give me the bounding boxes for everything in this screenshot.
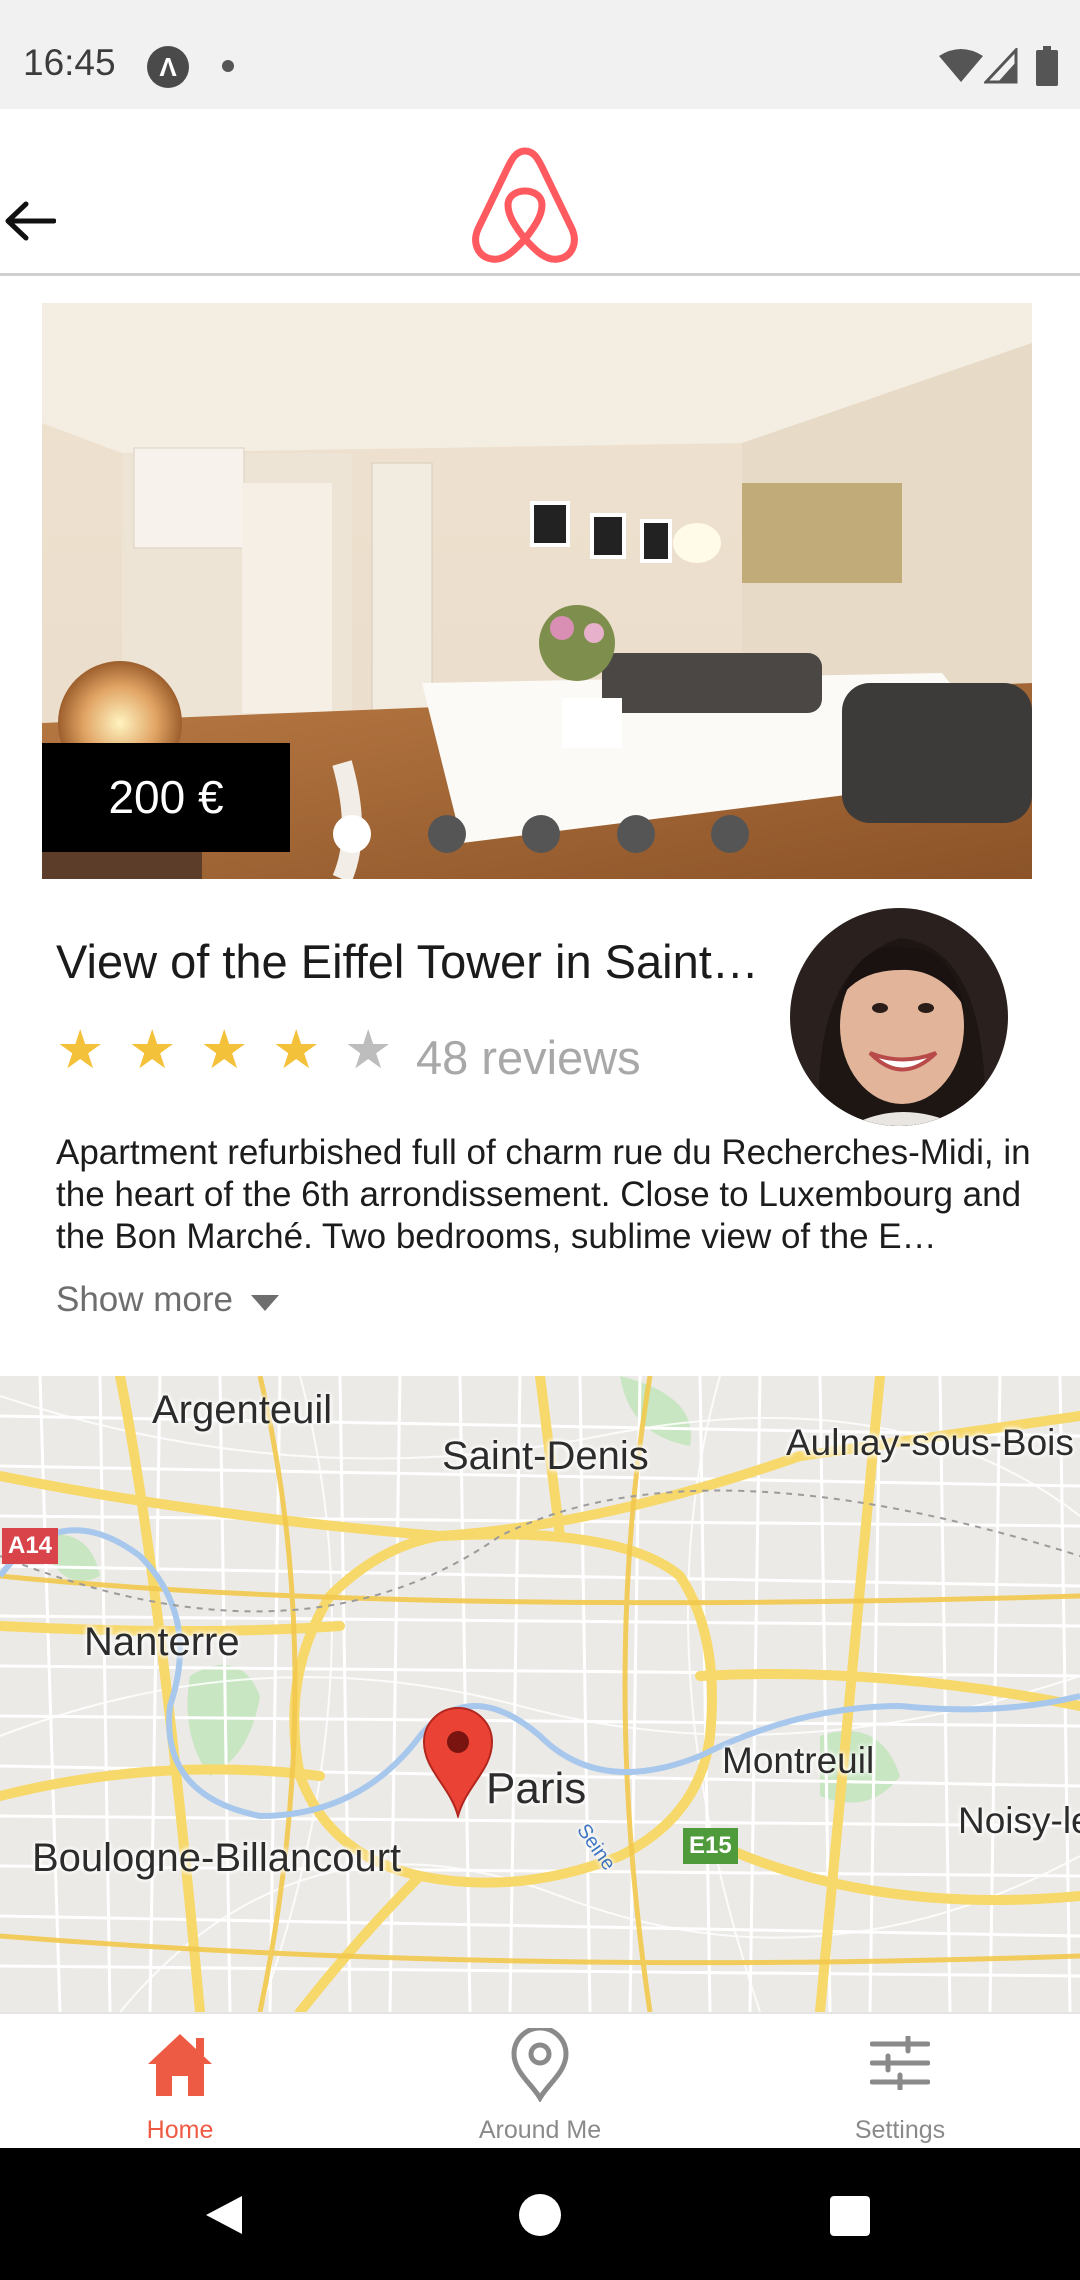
- map-label: Nanterre: [84, 1620, 240, 1664]
- listing-description: Apartment refurbished full of charm rue …: [56, 1133, 1031, 1256]
- status-bar: 16:45 Λ: [0, 0, 1080, 109]
- status-time: 16:45: [23, 42, 116, 83]
- airbnb-logo: [472, 147, 578, 263]
- map-label: Saint-Denis: [442, 1434, 649, 1478]
- show-more-link[interactable]: Show more: [56, 1280, 233, 1320]
- host-avatar[interactable]: [790, 908, 1008, 1126]
- star-icon: ★: [200, 1020, 249, 1080]
- arrow-left-icon[interactable]: [4, 201, 56, 241]
- a-icon: Λ: [147, 46, 189, 88]
- road-shield-e15: E15: [683, 1828, 738, 1864]
- map-label: Noisy-le: [958, 1800, 1080, 1841]
- star-icon: ★: [272, 1020, 321, 1080]
- price-badge: 200 €: [42, 743, 290, 852]
- battery-icon: [1036, 46, 1058, 86]
- nav-label-around-me: Around Me: [478, 2116, 602, 2144]
- wifi-icon: [939, 49, 983, 82]
- nav-item-around-me[interactable]: Around Me: [420, 2014, 660, 2150]
- road-shield-a14: A14: [2, 1528, 59, 1564]
- signal-icon: [984, 48, 1018, 84]
- nav-item-settings[interactable]: Settings: [780, 2014, 1020, 2150]
- carousel-dot[interactable]: [522, 815, 560, 853]
- system-navigation-bar: [0, 2148, 1080, 2280]
- location-pin-icon: [511, 2028, 569, 2102]
- map-label: Paris: [486, 1764, 587, 1813]
- nav-label-home: Home: [146, 2116, 214, 2144]
- app-header: [0, 109, 1080, 276]
- map-marker-icon[interactable]: [422, 1706, 494, 1818]
- map-label: Argenteuil: [152, 1388, 333, 1432]
- location-map[interactable]: A14 E15 Argenteuil Saint-Denis Aulnay-so…: [0, 1376, 1080, 2012]
- carousel-dot[interactable]: [617, 815, 655, 853]
- reviews-count: 48 reviews: [416, 1031, 641, 1084]
- caret-down-icon[interactable]: [250, 1294, 280, 1312]
- nav-label-settings: Settings: [854, 2116, 946, 2144]
- listing-title: View of the Eiffel Tower in Saint…: [56, 935, 759, 988]
- bottom-navigation: Home Around Me Settings: [0, 2012, 1080, 2150]
- recents-square-icon[interactable]: [830, 2196, 870, 2236]
- carousel-dot[interactable]: [333, 815, 371, 853]
- star-icon: ★: [128, 1020, 177, 1080]
- back-triangle-icon[interactable]: [204, 2194, 244, 2236]
- sliders-icon: [870, 2036, 930, 2090]
- map-label: Montreuil: [722, 1740, 875, 1781]
- carousel-dot[interactable]: [711, 815, 749, 853]
- nav-item-home[interactable]: Home: [60, 2014, 300, 2150]
- carousel-dot[interactable]: [428, 815, 466, 853]
- star-icon: ★: [56, 1020, 105, 1080]
- notification-dot-icon: [222, 60, 234, 72]
- home-icon: [148, 2034, 212, 2096]
- map-label: Boulogne-Billancourt: [32, 1836, 402, 1880]
- home-circle-icon[interactable]: [519, 2194, 561, 2236]
- star-icon: ★: [344, 1020, 393, 1080]
- avatar: [790, 908, 1008, 1126]
- map-label: Aulnay-sous-Bois: [786, 1422, 1074, 1463]
